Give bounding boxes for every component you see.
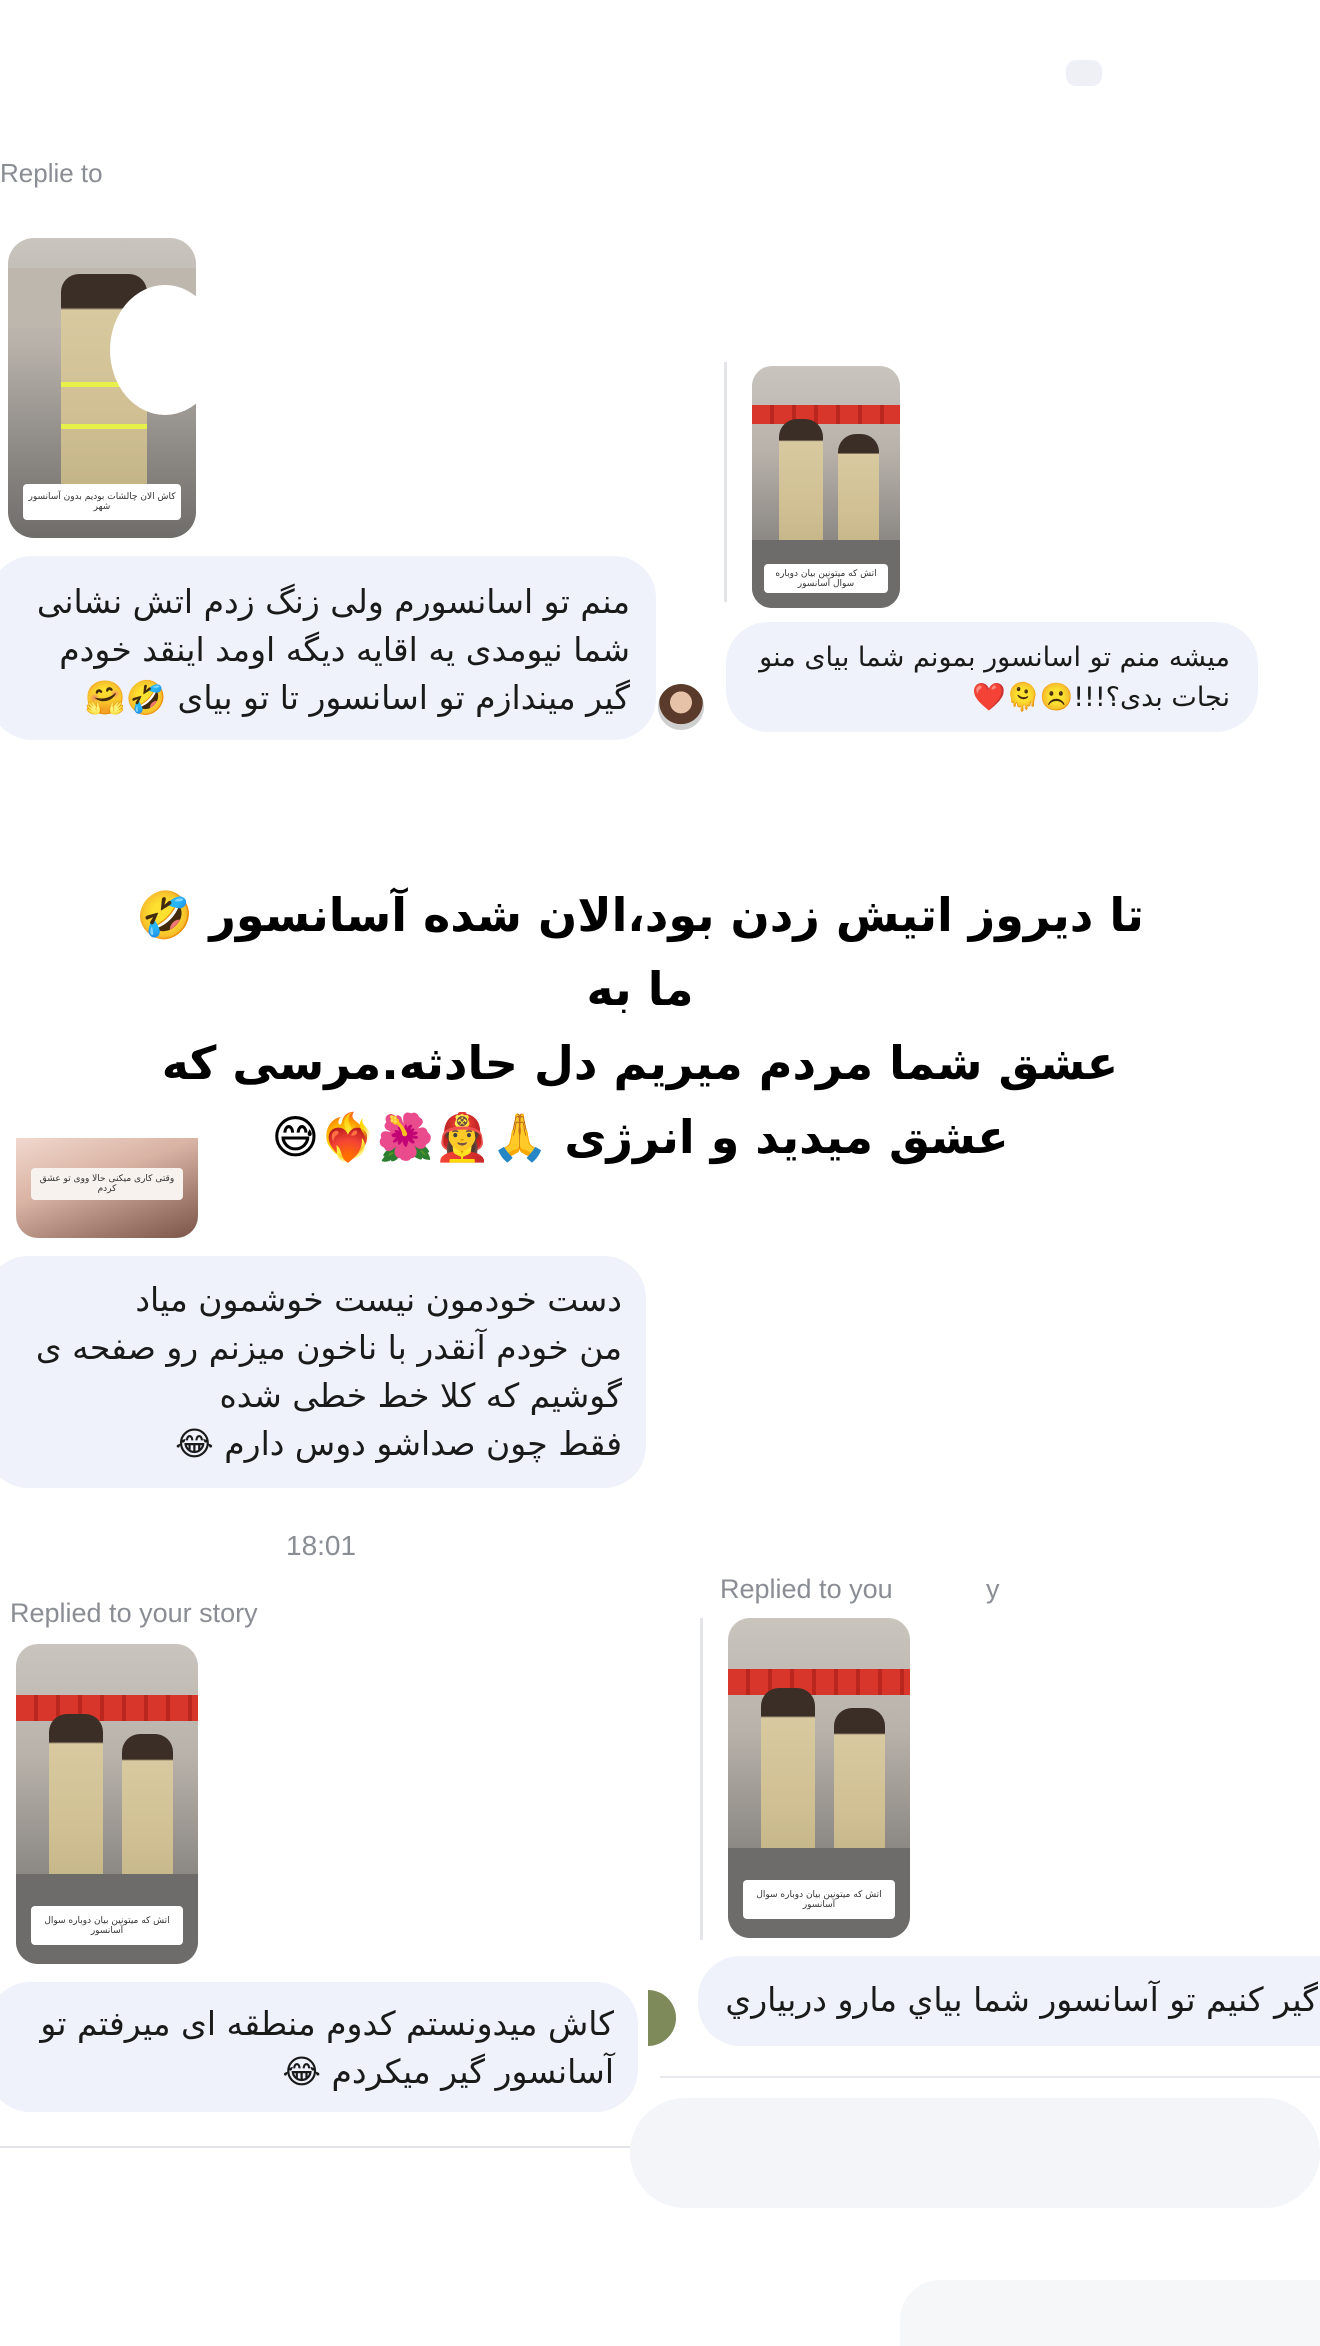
divider — [0, 2146, 640, 2148]
story-thumbnail-left-2[interactable]: وقتی کاری میکنی حالا ووی تو عشق کردم — [16, 1138, 198, 1238]
obscured-area — [630, 2098, 1320, 2208]
message-bubble-left-1[interactable]: منم تو اسانسورم ولی زنگ زدم اتش نشانی شم… — [0, 556, 656, 740]
message-bubble-right-1[interactable]: میشه منم تو اسانسور بمونم شما بیای منو ن… — [726, 622, 1258, 732]
message-bubble-right-3[interactable]: گیر کنیم تو آسانسور شما بیاي مارو دربيار… — [698, 1956, 1320, 2046]
reply-indicator-line — [724, 362, 727, 602]
replied-to-you-label: Replied to you — [720, 1574, 893, 1604]
top-fragment-mark — [1066, 60, 1102, 86]
overlay-headline-text: تا دیروز اتیش زدن بود،الان شده آسانسور 🤣… — [136, 888, 1144, 1164]
message-bubble-left-3[interactable]: کاش میدونستم کدوم منطقه ای میرفتم تو آسا… — [0, 1982, 638, 2112]
story-thumbnail-right-3[interactable]: اتش که میتونین بیان دوباره سوال آسانسور — [728, 1618, 910, 1938]
thumb-lockers — [752, 404, 900, 425]
replied-to-partial-top: Replie​ to — [0, 158, 103, 188]
divider — [660, 2076, 1320, 2078]
thumb-caption: اتش که میتونین بیان دوباره سوال آسانسور — [742, 1880, 896, 1919]
replied-to-story-label: Replied to your story — [10, 1598, 258, 1628]
torn-edge — [110, 285, 220, 415]
sender-avatar-partial[interactable] — [648, 1990, 676, 2046]
thumb-caption: وقتی کاری میکنی حالا ووی تو عشق کردم — [30, 1168, 184, 1200]
message-bubble-left-2[interactable]: دست خودمون نیست خوشمون میاد من خودم آنقد… — [0, 1256, 646, 1488]
thumb-lockers — [16, 1695, 198, 1721]
obscured-area — [900, 2280, 1320, 2346]
timestamp: 18:01 — [286, 1530, 357, 1561]
torn-edge — [918, 1570, 984, 1608]
thumb-stripe — [60, 424, 148, 429]
thumb-caption: اتش که میتونین بیان دوباره سوال آسانسور — [763, 564, 889, 594]
reply-indicator-line — [700, 1618, 703, 1940]
story-thumbnail-left-3[interactable]: اتش که میتونین بیان دوباره سوال آسانسور — [16, 1644, 198, 1964]
sender-avatar[interactable] — [658, 684, 704, 730]
thumb-caption: اتش که میتونین بیان دوباره سوال آسانسور — [30, 1906, 184, 1945]
story-thumbnail-right-1[interactable]: اتش که میتونین بیان دوباره سوال آسانسور — [752, 366, 900, 608]
thumb-caption: کاش الان چالشات بودیم بدون آسانسور شهر — [23, 484, 181, 520]
thumb-lockers — [728, 1669, 910, 1695]
replied-label-tail: y — [986, 1574, 1000, 1604]
